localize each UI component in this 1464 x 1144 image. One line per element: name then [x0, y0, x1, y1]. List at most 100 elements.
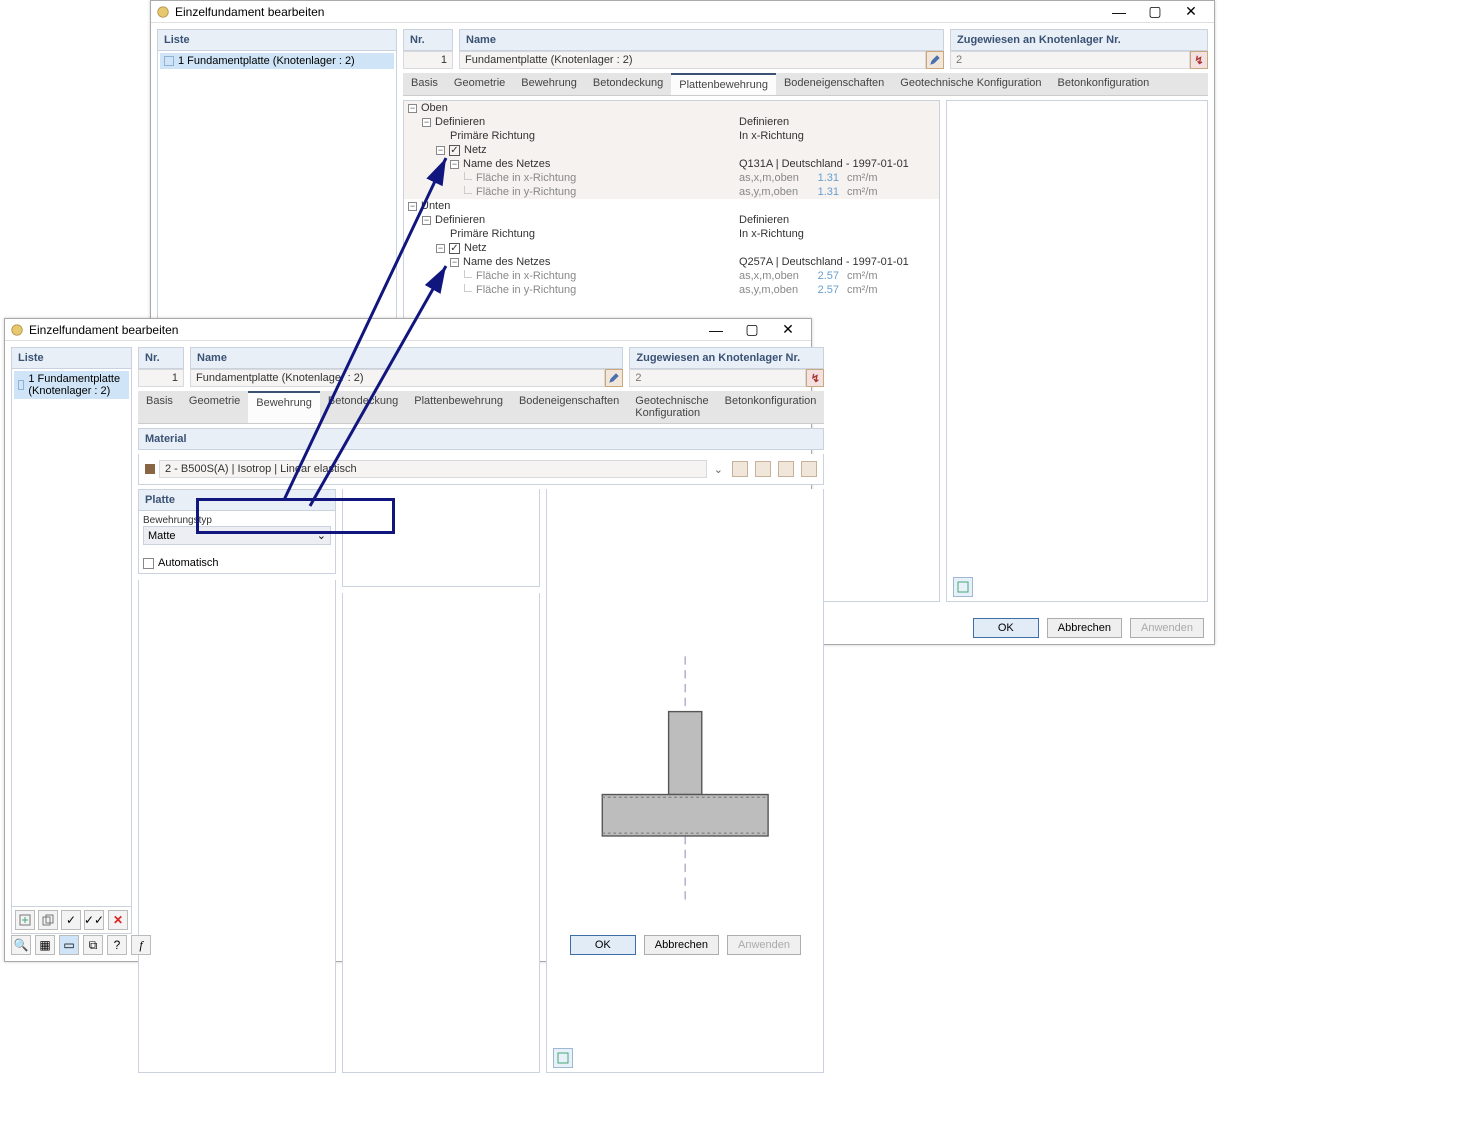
titlebar-2: Einzelfundament bearbeiten — ▢ ✕ [5, 319, 811, 341]
tab-plattenbewehrung-2[interactable]: Plattenbewehrung [406, 391, 511, 423]
tab-bewehrung[interactable]: Bewehrung [513, 73, 585, 95]
list-item[interactable]: 1 Fundamentplatte (Knotenlager : 2) [160, 53, 394, 69]
checkbox-netz-unten[interactable]: ✓ [449, 243, 460, 254]
check-all-icon[interactable]: ✓✓ [84, 910, 104, 930]
tab-bodeneigenschaften-2[interactable]: Bodeneigenschaften [511, 391, 627, 423]
help-icon[interactable]: ? [107, 935, 127, 955]
maximize-button[interactable]: ▢ [1137, 3, 1173, 21]
bewehrungstyp-label: Bewehrungstyp [143, 515, 331, 526]
new-item-icon[interactable] [15, 910, 35, 930]
assigned-field[interactable]: 2 [950, 51, 1190, 69]
val-definieren: Definieren [739, 116, 935, 128]
close-button-2[interactable]: ✕ [770, 321, 806, 339]
maximize-button-2[interactable]: ▢ [734, 321, 770, 339]
check-icon[interactable]: ✓ [61, 910, 81, 930]
collapse-icon[interactable]: − [422, 216, 431, 225]
tab-betondeckung[interactable]: Betondeckung [585, 73, 671, 95]
name-field-2[interactable]: Fundamentplatte (Knotenlager : 2) [190, 369, 605, 387]
collapse-icon[interactable]: − [450, 160, 459, 169]
tab-geokonfig[interactable]: Geotechnische Konfiguration [892, 73, 1049, 95]
collapse-icon[interactable]: − [436, 244, 445, 253]
tab-bar-2: Basis Geometrie Bewehrung Betondeckung P… [138, 391, 824, 424]
tree-primaere-richtung: Primäre Richtung [450, 130, 535, 142]
name-header: Name [459, 29, 944, 51]
app-icon [10, 323, 24, 337]
assigned-clear-icon-2[interactable]: ↯ [806, 369, 824, 387]
bewehrungstyp-dropdown[interactable]: Matte ⌄ [143, 526, 331, 545]
edit-material-icon[interactable] [778, 461, 794, 477]
collapse-icon[interactable]: − [408, 104, 417, 113]
preview-panel [546, 489, 824, 1073]
val-inx: In x-Richtung [739, 130, 935, 142]
zoom-icon[interactable]: 🔍 [11, 935, 31, 955]
item-color-icon [18, 380, 24, 390]
tab-basis[interactable]: Basis [403, 73, 446, 95]
collapse-icon[interactable]: − [450, 258, 459, 267]
tree-flaeche-y-u: Fläche in y-Richtung [476, 284, 576, 296]
collapse-icon[interactable]: − [408, 202, 417, 211]
list-header-2: Liste [11, 347, 132, 369]
tab-bewehrung-2[interactable]: Bewehrung [248, 391, 320, 423]
tab-betonkonfig[interactable]: Betonkonfiguration [1050, 73, 1158, 95]
close-button[interactable]: ✕ [1173, 3, 1209, 21]
ok-button[interactable]: OK [973, 618, 1039, 638]
delete-icon[interactable]: ✕ [108, 910, 128, 930]
library-icon[interactable] [732, 461, 748, 477]
collapse-icon[interactable]: − [422, 118, 431, 127]
tab-geometrie-2[interactable]: Geometrie [181, 391, 248, 423]
tab-bodeneigenschaften[interactable]: Bodeneigenschaften [776, 73, 892, 95]
ok-button-2[interactable]: OK [570, 935, 636, 955]
tree-icon[interactable]: ⧉ [83, 935, 103, 955]
app-icon [156, 5, 170, 19]
tree-netz-u: Netz [464, 242, 487, 254]
val-inx-u: In x-Richtung [739, 228, 935, 240]
rename-icon-2[interactable] [605, 369, 623, 387]
assigned-header-2: Zugewiesen an Knotenlager Nr. [629, 347, 824, 369]
nr-field[interactable]: 1 [403, 51, 453, 69]
assigned-clear-icon[interactable]: ↯ [1190, 51, 1208, 69]
checkbox-netz-oben[interactable]: ✓ [449, 145, 460, 156]
collapse-icon[interactable]: − [436, 146, 445, 155]
val-definieren-u: Definieren [739, 214, 935, 226]
tree-flaeche-x-u: Fläche in x-Richtung [476, 270, 576, 282]
view-mode-icon-2[interactable] [553, 1048, 573, 1068]
view-mode-icon[interactable] [953, 577, 973, 597]
list-item-label-2: 1 Fundamentplatte (Knotenlager : 2) [28, 373, 125, 397]
tab-plattenbewehrung[interactable]: Plattenbewehrung [671, 73, 776, 95]
material-dropdown[interactable]: 2 - B500S(A) | Isotrop | Linear elastisc… [159, 460, 707, 478]
function-icon[interactable]: f [131, 935, 151, 955]
material-settings-icon[interactable] [801, 461, 817, 477]
rename-icon[interactable] [926, 51, 944, 69]
nr-header-2: Nr. [138, 347, 184, 369]
minimize-button-2[interactable]: — [698, 321, 734, 339]
apply-button[interactable]: Anwenden [1130, 618, 1204, 638]
copy-item-icon[interactable] [38, 910, 58, 930]
tab-basis-2[interactable]: Basis [138, 391, 181, 423]
list-item-2[interactable]: 1 Fundamentplatte (Knotenlager : 2) [14, 371, 129, 399]
tab-betonkonfig-2[interactable]: Betonkonfiguration [717, 391, 825, 423]
material-color-icon [145, 464, 155, 474]
automatisch-label: Automatisch [158, 557, 219, 569]
titlebar: Einzelfundament bearbeiten — ▢ ✕ [151, 1, 1214, 23]
new-material-icon[interactable] [755, 461, 771, 477]
val-mesh2: Q257A | Deutschland - 1997-01-01 [739, 256, 935, 268]
val-mesh1: Q131A | Deutschland - 1997-01-01 [739, 158, 935, 170]
tree-netzname: Name des Netzes [463, 158, 550, 170]
select-icon[interactable]: ▭ [59, 935, 79, 955]
tab-geokonfig-2[interactable]: Geotechnische Konfiguration [627, 391, 716, 423]
grid-icon[interactable]: ▦ [35, 935, 55, 955]
cancel-button-2[interactable]: Abbrechen [644, 935, 719, 955]
apply-button-2[interactable]: Anwenden [727, 935, 801, 955]
assigned-field-2[interactable]: 2 [629, 369, 806, 387]
nr-field-2[interactable]: 1 [138, 369, 184, 387]
name-field[interactable]: Fundamentplatte (Knotenlager : 2) [459, 51, 926, 69]
minimize-button[interactable]: — [1101, 3, 1137, 21]
material-header: Material [138, 428, 824, 450]
tree-oben: Oben [421, 102, 939, 114]
cancel-button[interactable]: Abbrechen [1047, 618, 1122, 638]
chevron-down-icon[interactable]: ⌄ [711, 463, 725, 476]
checkbox-automatisch[interactable] [143, 558, 154, 569]
tab-geometrie[interactable]: Geometrie [446, 73, 513, 95]
tree-definieren-u: Definieren [435, 214, 485, 226]
tab-betondeckung-2[interactable]: Betondeckung [320, 391, 406, 423]
